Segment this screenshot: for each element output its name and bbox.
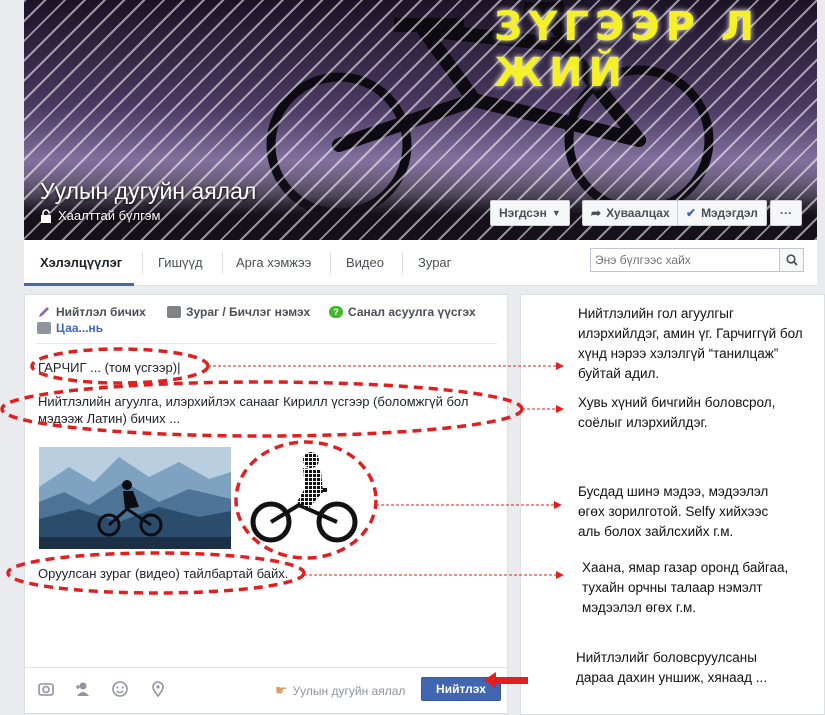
tab-videos[interactable]: Видео — [346, 255, 384, 270]
write-post-tab[interactable]: Нийтлэл бичих — [37, 305, 146, 319]
note-writing-culture: Хувь хүний бичгийн боловсрол, соёлыг илэ… — [578, 395, 776, 430]
post-composer: Нийтлэл бичих Цаа...нь Зураг / Бичлэг нэ… — [24, 294, 508, 714]
share-arrow-icon: ➦ — [591, 206, 602, 220]
group-tabs-bar: Хэлэлцүүлэг Гишүүд Арга хэмжээ Видео Зур… — [24, 240, 817, 286]
more-icon — [37, 322, 51, 334]
attached-photo-mountain-biker — [39, 447, 231, 549]
tag-friends-icon[interactable] — [73, 680, 91, 698]
camera-icon[interactable] — [37, 680, 55, 698]
search-button[interactable] — [779, 249, 803, 271]
joined-button-label: Нэгдсэн — [499, 206, 547, 220]
group-privacy-label: Хаалттай бүлгэм — [58, 208, 161, 223]
more-options-label: ··· — [780, 206, 792, 220]
more-options-button[interactable]: ··· — [770, 200, 802, 226]
group-search-input[interactable] — [591, 249, 777, 271]
tab-events[interactable]: Арга хэмжээ — [236, 255, 311, 270]
search-icon — [785, 254, 798, 266]
checkmark-icon: ✔ — [686, 206, 697, 220]
feeling-smiley-icon[interactable] — [111, 680, 129, 698]
pointing-hand-icon: ☛ — [275, 682, 288, 698]
attached-photo-bike-icon — [249, 450, 359, 555]
add-photo-video-label: Зураг / Бичлэг нэмэх — [186, 305, 311, 319]
location-pin-icon[interactable] — [149, 680, 167, 698]
share-button[interactable]: ➦ Хуваалцах — [582, 200, 679, 226]
posting-as-label: Уулын дугуйн аялал — [292, 683, 406, 698]
more-actions-label: Цаа...нь — [56, 321, 104, 335]
camera-icon — [167, 306, 181, 318]
post-button[interactable]: Нийтлэх — [421, 677, 501, 701]
group-cover-photo: ЗҮГЭЭР Л ЖИЙ Уулын дугуйн аялал Хаалттай… — [24, 0, 817, 240]
photo-caption-text[interactable]: Оруулсан зураг (видео) тайлбартай байх. — [38, 565, 288, 582]
create-poll-label: Санал асуулга үүсгэх — [348, 305, 476, 319]
note-title-importance: Нийтлэлийн гол агуулгыг илэрхийлдэг, ами… — [578, 306, 803, 381]
active-tab-indicator — [24, 283, 134, 286]
more-actions-tab[interactable]: Цаа...нь — [37, 321, 103, 335]
add-photo-video-tab[interactable]: Зураг / Бичлэг нэмэх — [167, 305, 310, 319]
group-name[interactable]: Уулын дугуйн аялал — [40, 178, 256, 205]
share-button-label: Хуваалцах — [606, 206, 670, 220]
notifications-button[interactable]: ✔ Мэдэгдэл — [677, 200, 767, 226]
posting-as-selector[interactable]: ☛ Уулын дугуйн аялал — [275, 682, 405, 699]
composer-footer: ☛ Уулын дугуйн аялал Нийтлэх — [25, 667, 507, 713]
tab-members[interactable]: Гишүүд — [158, 255, 203, 270]
create-poll-tab[interactable]: ? Санал асуулга үүсгэх — [329, 305, 476, 319]
tab-discussion[interactable]: Хэлэлцүүлэг — [40, 255, 122, 270]
write-post-label: Нийтлэл бичих — [56, 305, 146, 319]
note-review-before-post: Нийтлэлийг боловсруулсаны дараа дахин ун… — [576, 650, 768, 685]
group-search — [590, 248, 804, 272]
group-privacy: Хаалттай бүлгэм — [40, 208, 160, 223]
pencil-icon — [39, 307, 49, 317]
post-body-text[interactable]: Нийтлэлийн агуулга, илэрхийлэх санааг Ки… — [38, 393, 498, 427]
poll-question-icon: ? — [329, 306, 343, 318]
chevron-down-icon: ▼ — [551, 208, 561, 218]
notifications-button-label: Мэдэгдэл — [701, 206, 758, 220]
lock-icon — [41, 208, 51, 223]
post-title-text[interactable]: ГАРЧИГ ... (том үсгээр)| — [38, 359, 180, 376]
tab-photos[interactable]: Зураг — [418, 255, 451, 270]
joined-button[interactable]: Нэгдсэн ▼ — [490, 200, 570, 226]
note-photo-purpose: Бусдад шинэ мэдээ, мэдээлэл өгөх зорилго… — [578, 484, 769, 539]
note-caption-info: Хаана, ямар газар оронд байгаа, тухайн о… — [582, 560, 789, 615]
cover-title-text: ЗҮГЭЭР Л ЖИЙ — [494, 4, 761, 96]
